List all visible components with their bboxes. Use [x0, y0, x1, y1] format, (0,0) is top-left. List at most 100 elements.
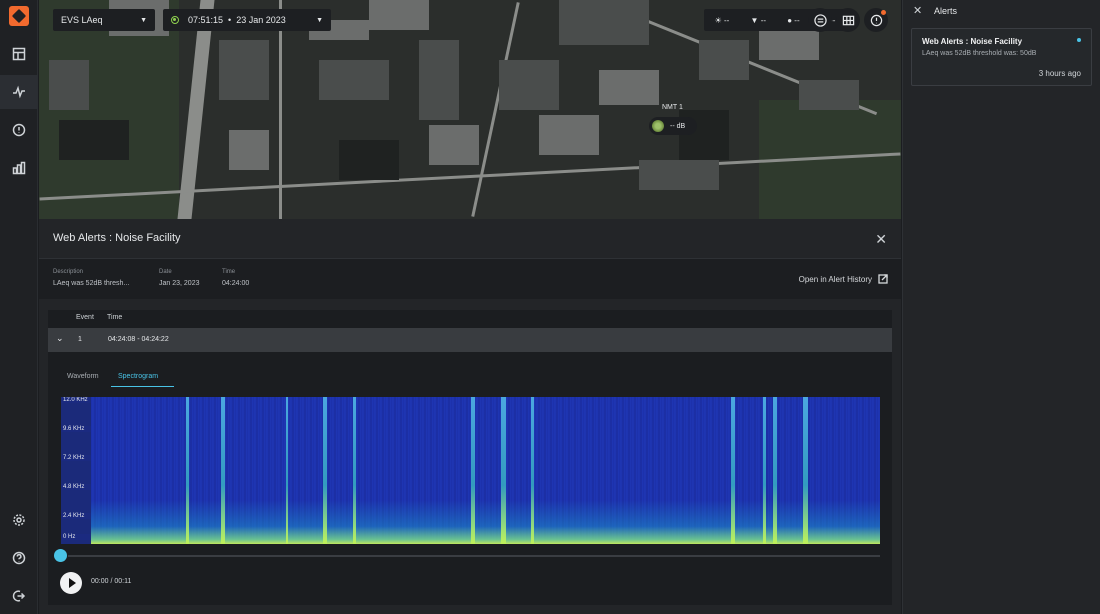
- caret-down-icon: ▼: [140, 16, 147, 24]
- spectrogram-burst: [286, 397, 288, 544]
- logout-nav-button[interactable]: [0, 579, 38, 613]
- brand-logo[interactable]: [9, 6, 29, 26]
- event-column-header: Event: [76, 314, 94, 321]
- spectrogram-burst: [221, 397, 225, 544]
- y-tick: 12.0 KHz: [61, 397, 91, 403]
- alert-circle-icon: [12, 123, 26, 137]
- alerts-sidebar-title: Alerts: [934, 6, 958, 16]
- time-label: Time: [222, 269, 236, 275]
- grid-view-button[interactable]: [836, 8, 860, 32]
- nav-rail: [0, 0, 38, 614]
- rain-weather: ● --: [787, 15, 800, 25]
- close-icon[interactable]: ✕: [913, 4, 922, 17]
- live-status-icon: [171, 16, 179, 24]
- event-row[interactable]: ⌄ 1 04:24:08 - 04:24:22: [48, 328, 892, 352]
- spectrogram-burst: [531, 397, 534, 544]
- seek-track[interactable]: [68, 555, 880, 557]
- frequency-axis: [61, 397, 91, 544]
- alert-circle-icon: [870, 14, 882, 26]
- spectrogram-field: [91, 397, 880, 544]
- y-tick: 2.4 KHz: [61, 513, 91, 519]
- event-card: Event Time ⌄ 1 04:24:08 - 04:24:22 Wavef…: [48, 310, 892, 605]
- active-tab-indicator: [111, 386, 174, 387]
- station-value: -- dB: [670, 122, 686, 130]
- date-value: 23 Jan 2023: [236, 15, 286, 25]
- chevron-down-icon[interactable]: ⌄: [56, 333, 64, 344]
- event-table-header: Event Time: [48, 310, 892, 328]
- alerts-nav-button[interactable]: [0, 113, 38, 147]
- alert-detail-panel: Web Alerts : Noise Facility ✕ Descriptio…: [39, 219, 901, 614]
- tab-waveform[interactable]: Waveform: [67, 373, 99, 380]
- datetime-select[interactable]: 07:51:15 • 23 Jan 2023 ▼: [163, 9, 331, 31]
- spectrogram-burst: [471, 397, 475, 544]
- alerts-sidebar: ✕ Alerts Web Alerts : Noise Facility LAe…: [902, 0, 1100, 614]
- dashboard-nav-button[interactable]: [0, 37, 38, 71]
- logout-icon: [12, 590, 26, 602]
- settings-nav-button[interactable]: [0, 503, 38, 537]
- caret-down-icon: ▼: [316, 16, 323, 24]
- device-select[interactable]: EVS LAeq ▼: [53, 9, 155, 31]
- date-label: Date: [159, 269, 172, 275]
- swap-icon: [813, 13, 827, 27]
- spectrogram-burst: [803, 397, 808, 544]
- panel-header: Web Alerts : Noise Facility ✕: [39, 219, 901, 259]
- open-alert-history-link[interactable]: Open in Alert History: [799, 274, 888, 284]
- spectrogram[interactable]: 12.0 KHz 9.6 KHz 7.2 KHz 4.8 KHz 2.4 KHz…: [61, 397, 880, 544]
- y-tick: 9.6 KHz: [61, 426, 91, 432]
- spectrogram-burst: [353, 397, 356, 544]
- spectrogram-burst: [323, 397, 327, 544]
- event-number: 1: [78, 336, 82, 343]
- reports-nav-button[interactable]: [0, 151, 38, 185]
- description-value: LAeq was 52dB thresh...: [53, 280, 130, 287]
- alert-card-time: 3 hours ago: [1038, 69, 1081, 78]
- station-marker[interactable]: -- dB: [649, 117, 697, 135]
- play-button[interactable]: [60, 572, 82, 594]
- unread-dot-icon: [1077, 38, 1081, 42]
- event-range: 04:24:08 - 04:24:22: [108, 336, 169, 343]
- y-tick: 7.2 KHz: [61, 455, 91, 461]
- spectrogram-burst: [763, 397, 766, 544]
- date-value: Jan 23, 2023: [159, 280, 200, 287]
- tab-spectrogram[interactable]: Spectrogram: [118, 373, 158, 380]
- alert-card-title: Web Alerts : Noise Facility: [922, 37, 1023, 46]
- filter-button[interactable]: [808, 8, 832, 32]
- spectrogram-burst: [186, 397, 189, 544]
- external-link-icon: [878, 274, 888, 284]
- map-view[interactable]: EVS LAeq ▼ 07:51:15 • 23 Jan 2023 ▼ ☀ --…: [39, 0, 901, 219]
- help-nav-button[interactable]: [0, 541, 38, 575]
- gear-icon: [13, 514, 25, 526]
- dashboard-icon: [12, 47, 26, 61]
- app-root: EVS LAeq ▼ 07:51:15 • 23 Jan 2023 ▼ ☀ --…: [0, 0, 1100, 614]
- playback-time: 00:00 / 00:11: [91, 578, 132, 585]
- device-select-value: EVS LAeq: [61, 15, 103, 25]
- notification-badge: [881, 10, 886, 15]
- description-label: Description: [53, 269, 84, 275]
- alert-meta: Description LAeq was 52dB thresh... Date…: [39, 259, 901, 299]
- alerts-sidebar-header: ✕ Alerts: [903, 0, 1100, 22]
- time-value: 07:51:15: [188, 15, 224, 25]
- grid-icon: [842, 15, 854, 25]
- seek-handle[interactable]: [54, 549, 67, 562]
- wind-icon: ▼: [750, 15, 759, 25]
- spectrogram-burst: [731, 397, 735, 544]
- rain-drop-icon: ●: [787, 15, 793, 25]
- panel-title: Web Alerts : Noise Facility: [53, 232, 181, 244]
- bar-chart-icon: [12, 161, 26, 175]
- time-value: 04:24:00: [222, 280, 250, 287]
- alert-card-subtitle: LAeq was 52dB threshold was: 50dB: [922, 50, 1037, 57]
- spectrogram-burst: [773, 397, 777, 544]
- pulse-icon: [13, 85, 25, 99]
- alert-card[interactable]: Web Alerts : Noise Facility LAeq was 52d…: [911, 28, 1092, 86]
- sun-weather: ☀ --: [714, 15, 730, 25]
- time-column-header: Time: [107, 314, 123, 321]
- wind-weather: ▼ --: [750, 15, 767, 25]
- spectrogram-burst: [501, 397, 506, 544]
- y-tick: 4.8 KHz: [61, 484, 91, 490]
- station-label: NMT 1: [662, 104, 683, 111]
- alerts-toggle-button[interactable]: [864, 8, 888, 32]
- station-status-icon: [652, 120, 664, 132]
- help-icon: [12, 551, 26, 565]
- sun-icon: ☀: [714, 15, 722, 25]
- close-icon[interactable]: ✕: [875, 231, 887, 248]
- monitoring-nav-button[interactable]: [0, 75, 38, 109]
